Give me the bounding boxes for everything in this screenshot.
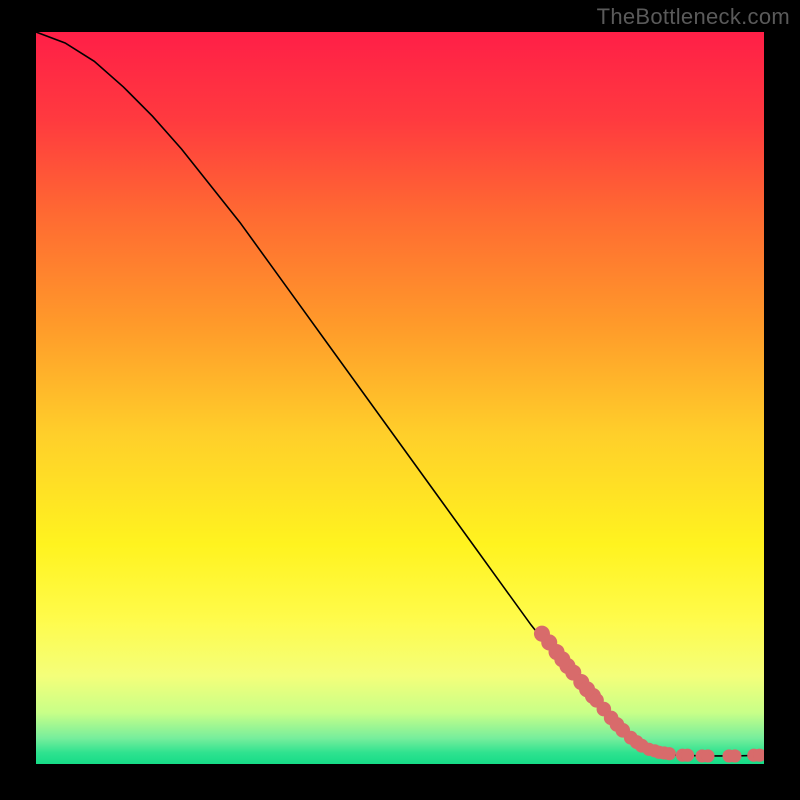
marker-point (681, 749, 694, 762)
marker-point (701, 749, 714, 762)
gradient-background (36, 32, 764, 764)
chart-plot-area (36, 32, 764, 764)
marker-point (663, 747, 676, 760)
chart-frame: TheBottleneck.com (0, 0, 800, 800)
chart-svg (36, 32, 764, 764)
watermark-text: TheBottleneck.com (597, 4, 790, 30)
marker-point (728, 749, 741, 762)
